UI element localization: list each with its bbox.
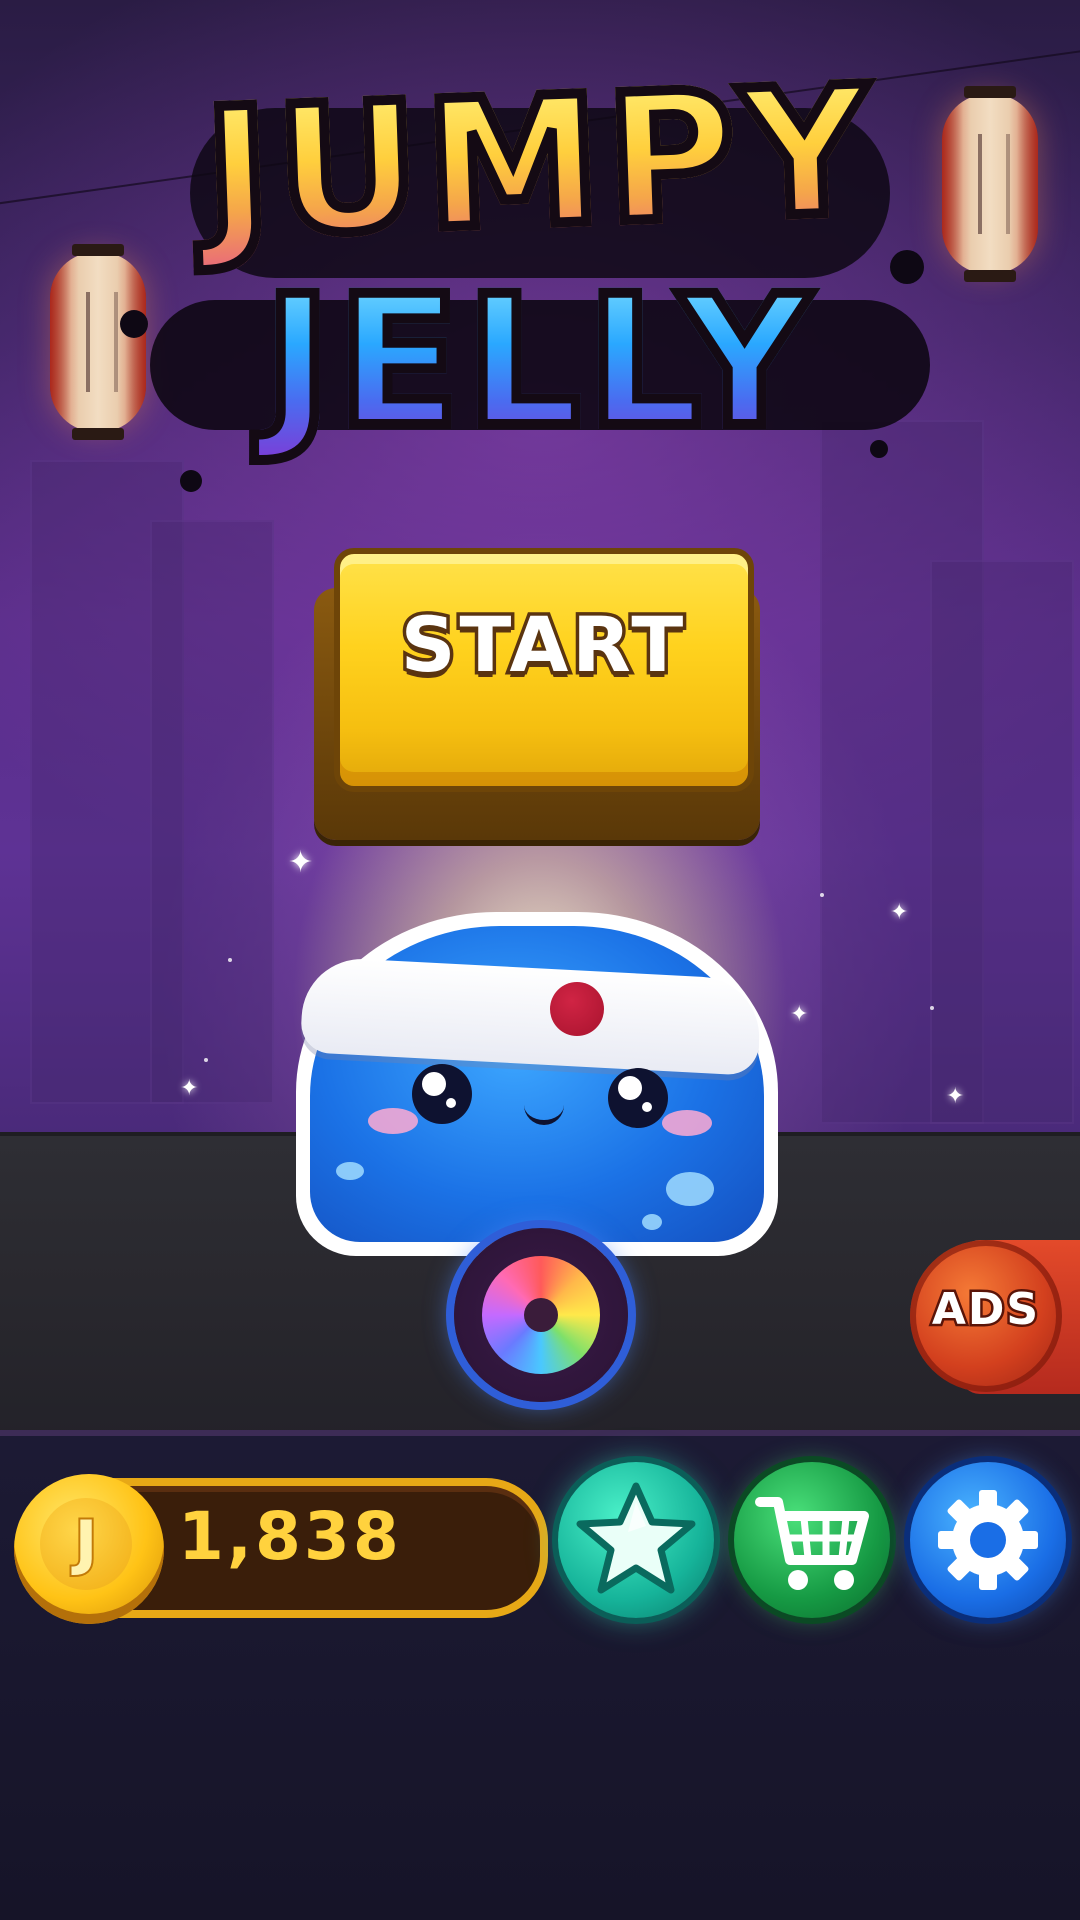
background-building [150, 520, 274, 1104]
ads-button-label: ADS [929, 1282, 1041, 1338]
sparkle-icon: ✦ [946, 1084, 965, 1109]
jelly-bubble [666, 1172, 714, 1206]
glow-dot [204, 1058, 208, 1062]
gear-icon [938, 1490, 1038, 1590]
glow-dot [228, 958, 232, 962]
jelly-eye-left [412, 1064, 472, 1124]
sparkle-icon: ✦ [180, 1076, 199, 1101]
coin-symbol: J [40, 1498, 132, 1590]
glow-dot [930, 1006, 934, 1010]
coin-icon: J [14, 1474, 164, 1624]
color-wheel-center [524, 1298, 558, 1332]
shop-button[interactable] [734, 1462, 890, 1618]
sparkle-icon: ✦ [890, 900, 909, 925]
start-button-label: START [397, 597, 688, 693]
jelly-cheek-right [662, 1110, 712, 1136]
jelly-bubble [336, 1162, 364, 1180]
favorites-button[interactable] [558, 1462, 714, 1618]
jelly-cheek-left [368, 1108, 418, 1134]
glow-dot [820, 893, 824, 897]
sparkle-icon: ✦ [288, 845, 314, 880]
ads-button[interactable]: ADS [910, 1240, 1080, 1394]
skin-selector-button[interactable] [454, 1228, 628, 1402]
game-title-jelly: JELLY [0, 263, 1080, 463]
coin-count: 1,838 [178, 1498, 402, 1575]
settings-button[interactable] [910, 1462, 1066, 1618]
jelly-bubble [642, 1214, 662, 1230]
rising-sun-emblem [550, 982, 604, 1036]
background-building [930, 560, 1074, 1124]
star-icon [576, 1482, 696, 1594]
sparkle-icon: ✦ [790, 1002, 809, 1027]
jelly-character[interactable] [296, 912, 778, 1256]
game-title-jumpy: JUMPY [0, 43, 1080, 281]
shopping-cart-icon [755, 1497, 869, 1590]
jelly-eye-right [608, 1068, 668, 1128]
start-button[interactable]: START [314, 548, 760, 840]
ink-drop [180, 470, 202, 492]
